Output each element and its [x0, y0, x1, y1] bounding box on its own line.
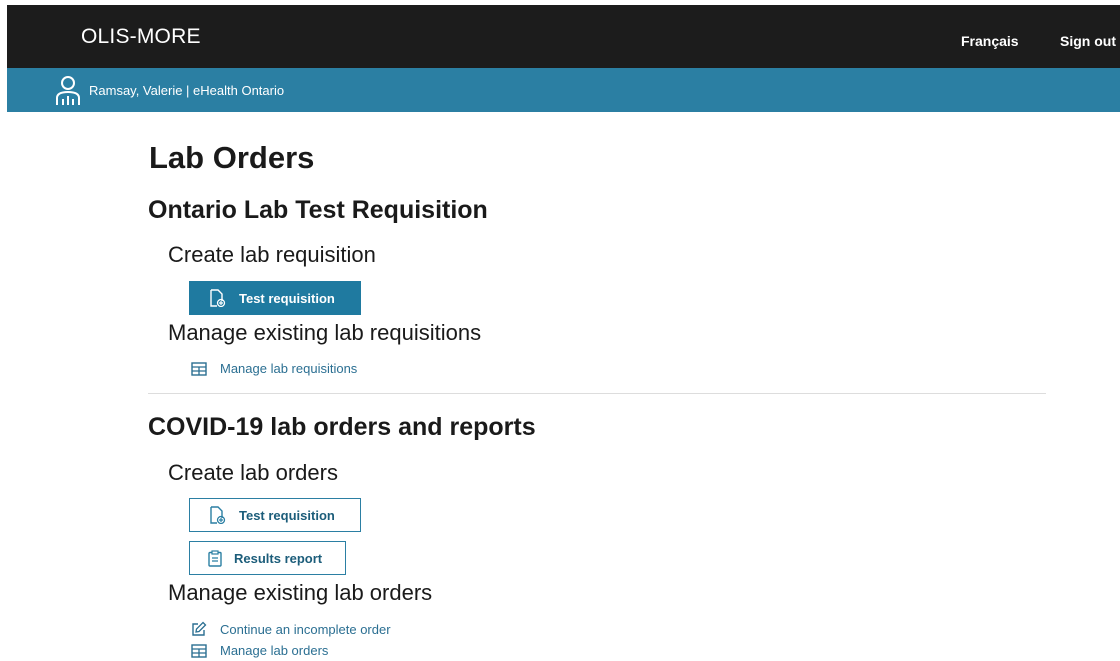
clipboard-icon — [208, 549, 222, 567]
language-link[interactable]: Français — [961, 33, 1019, 49]
top-header: OLIS-MORE Français Sign out — [7, 5, 1120, 68]
manage-lab-requisitions-link[interactable]: Manage lab requisitions — [191, 361, 357, 376]
continue-incomplete-order-label: Continue an incomplete order — [220, 621, 391, 637]
manage-requisitions-heading: Manage existing lab requisitions — [168, 320, 482, 345]
covid-test-requisition-label: Test requisition — [239, 507, 335, 523]
covid-test-requisition-button[interactable]: Test requisition — [189, 498, 361, 532]
test-requisition-button[interactable]: Test requisition — [189, 281, 361, 315]
test-requisition-label: Test requisition — [239, 290, 335, 306]
section-heading-ontario: Ontario Lab Test Requisition — [148, 196, 488, 224]
sign-out-link[interactable]: Sign out — [1060, 33, 1116, 49]
manage-lab-orders-label: Manage lab orders — [220, 643, 329, 658]
user-icon — [55, 75, 81, 107]
user-info: Ramsay, Valerie | eHealth Ontario — [89, 83, 285, 98]
results-report-button[interactable]: Results report — [189, 541, 346, 575]
document-add-icon — [208, 506, 226, 524]
create-requisition-heading: Create lab requisition — [168, 242, 376, 267]
edit-icon — [191, 621, 220, 637]
table-icon — [191, 643, 220, 658]
results-report-label: Results report — [234, 550, 323, 566]
continue-incomplete-order-link[interactable]: Continue an incomplete order — [191, 621, 391, 637]
manage-lab-orders-heading: Manage existing lab orders — [168, 580, 433, 605]
section-divider — [148, 393, 1046, 394]
document-add-icon — [208, 289, 226, 307]
manage-lab-requisitions-label: Manage lab requisitions — [220, 361, 358, 376]
create-lab-orders-heading: Create lab orders — [168, 460, 338, 485]
section-heading-covid: COVID-19 lab orders and reports — [148, 413, 536, 441]
manage-lab-orders-link[interactable]: Manage lab orders — [191, 643, 328, 658]
page-title: Lab Orders — [149, 140, 315, 175]
table-icon — [191, 361, 220, 376]
app-title: OLIS-MORE — [81, 25, 201, 48]
user-bar: Ramsay, Valerie | eHealth Ontario — [7, 68, 1120, 112]
